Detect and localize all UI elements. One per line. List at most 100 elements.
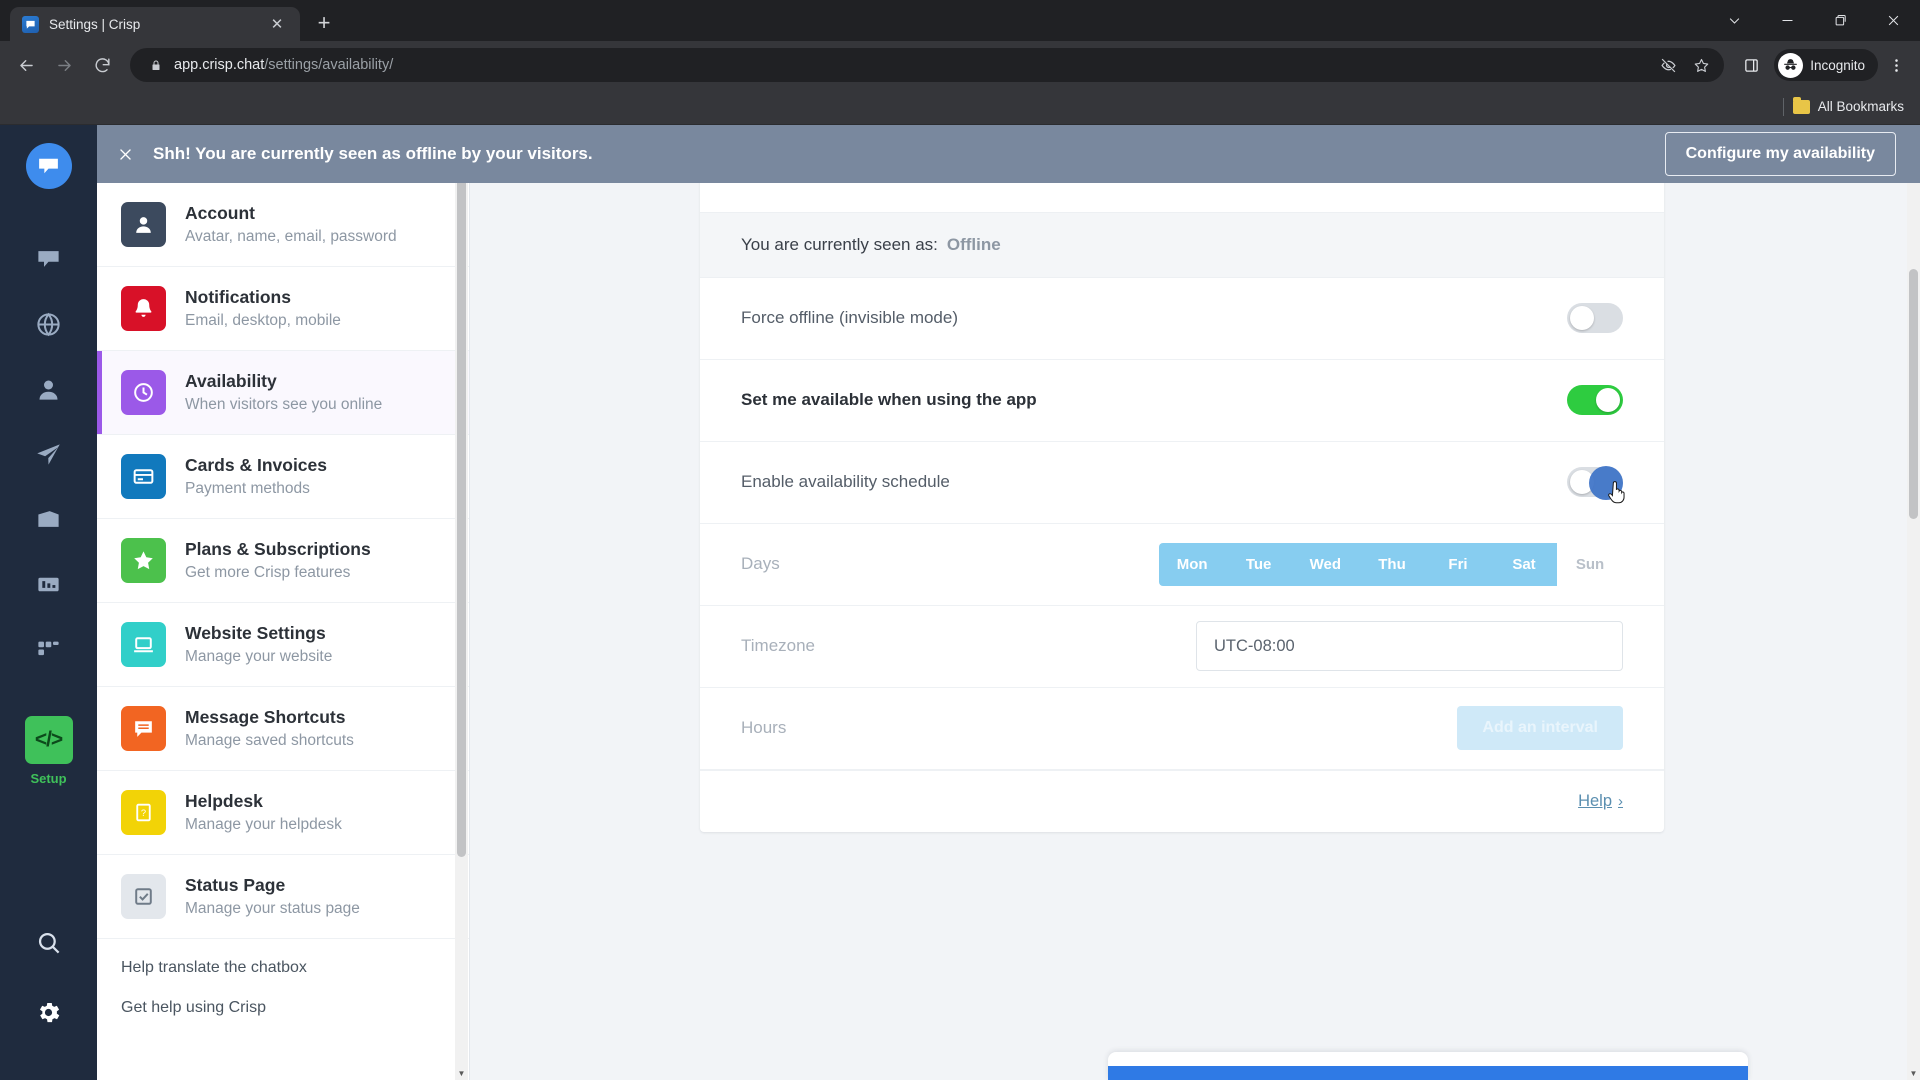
sidebar-item-subtitle: When visitors see you online (185, 396, 383, 414)
sidebar-item-cards-invoices[interactable]: Cards & Invoices Payment methods (97, 435, 469, 519)
close-icon[interactable] (1867, 0, 1920, 41)
reload-icon[interactable] (84, 47, 120, 83)
arrow-right-icon[interactable] (46, 47, 82, 83)
person-icon[interactable] (25, 365, 73, 413)
sidebar-item-website-settings[interactable]: Website Settings Manage your website (97, 603, 469, 687)
days-selector[interactable]: Mon Tue Wed Thu Fri Sat Sun (1158, 542, 1623, 586)
row-set-available: Set me available when using the app (700, 360, 1664, 442)
sidebar-item-message-shortcuts[interactable]: Message Shortcuts Manage saved shortcuts (97, 687, 469, 771)
timezone-label: Timezone (741, 636, 816, 656)
address-bar[interactable]: app.crisp.chat/settings/availability/ (130, 48, 1725, 82)
day-fri[interactable]: Fri (1425, 542, 1491, 586)
configure-availability-button[interactable]: Configure my availability (1664, 132, 1896, 176)
scrollbar-track[interactable] (1907, 139, 1920, 1066)
main-scroll-area: off scheduled hours, but they can still … (470, 125, 1920, 1080)
arrow-left-icon[interactable] (8, 47, 44, 83)
sidebar-item-title: Plans & Subscriptions (185, 539, 371, 560)
all-bookmarks-label: All Bookmarks (1817, 99, 1904, 114)
browser-toolbar: app.crisp.chat/settings/availability/ In… (0, 41, 1920, 89)
crisp-chat-favicon (22, 15, 39, 33)
banner-message: Shh! You are currently seen as offline b… (153, 144, 593, 163)
scrollbar-track[interactable] (455, 139, 468, 1066)
sidebar-item-texts: Message Shortcuts Manage saved shortcuts (185, 707, 354, 750)
sidebar-item-title: Notifications (185, 287, 291, 308)
add-interval-button[interactable]: Add an interval (1457, 706, 1623, 751)
person-icon (121, 202, 166, 247)
help-translate-link[interactable]: Help translate the chatbox (121, 959, 469, 977)
day-mon[interactable]: Mon (1158, 542, 1226, 586)
message-lines-icon (121, 706, 166, 751)
gear-icon[interactable] (25, 988, 73, 1036)
timezone-input[interactable]: UTC-08:00 (1196, 621, 1623, 672)
sidebar-item-title: Account (185, 203, 255, 224)
tab-title: Settings | Crisp (49, 16, 141, 32)
sidebar-item-account[interactable]: Account Avatar, name, email, password (97, 183, 469, 267)
days-label: Days (741, 554, 780, 574)
chatbox-preview-widget[interactable] (1108, 1052, 1748, 1080)
app-icon-rail: </> Setup (0, 125, 97, 1080)
card-footer: Help › (700, 769, 1664, 832)
minimize-icon[interactable] (1761, 0, 1814, 41)
status-strip: You are currently seen as: Offline (700, 211, 1664, 278)
wallet-icon[interactable] (25, 495, 73, 543)
help-link[interactable]: Help › (1578, 792, 1623, 811)
triangle-down-icon[interactable]: ▼ (455, 1066, 468, 1080)
lock-icon (146, 56, 165, 75)
sidebar-item-title: Status Page (185, 875, 286, 896)
sidebar-item-texts: Notifications Email, desktop, mobile (185, 287, 341, 330)
enable-schedule-toggle[interactable] (1567, 467, 1623, 498)
sidebar-item-subtitle: Manage your website (185, 648, 333, 666)
sidebar-item-plans-subscriptions[interactable]: Plans & Subscriptions Get more Crisp fea… (97, 519, 469, 603)
chevron-down-icon[interactable] (1708, 0, 1761, 41)
main-scrollbar[interactable]: ▲ ▼ (1907, 125, 1920, 1080)
setup-button[interactable]: </> Setup (24, 716, 73, 786)
bar-chart-icon[interactable] (25, 560, 73, 608)
profile-chip[interactable]: Incognito (1774, 49, 1878, 81)
sidebar-item-notifications[interactable]: Notifications Email, desktop, mobile (97, 267, 469, 351)
crisp-logo-icon[interactable] (25, 143, 72, 189)
close-icon[interactable] (97, 125, 153, 183)
new-tab-button[interactable]: + (309, 8, 339, 38)
kebab-menu-icon[interactable] (1880, 49, 1912, 81)
sidebar-item-availability[interactable]: Availability When visitors see you onlin… (97, 351, 469, 435)
sidebar-item-status-page[interactable]: Status Page Manage your status page (97, 855, 469, 939)
set-available-toggle[interactable] (1567, 385, 1623, 416)
side-panel-icon[interactable] (1734, 48, 1768, 82)
close-icon[interactable]: ✕ (266, 13, 288, 35)
help-link-label: Help (1578, 791, 1612, 810)
sidebar-item-texts: Availability When visitors see you onlin… (185, 371, 382, 414)
triangle-down-icon[interactable]: ▼ (1907, 1066, 1920, 1080)
get-help-link[interactable]: Get help using Crisp (121, 999, 469, 1017)
row-label: Set me available when using the app (741, 390, 1037, 410)
all-bookmarks-button[interactable]: All Bookmarks (1792, 96, 1904, 114)
sidebar-item-texts: Website Settings Manage your website (185, 623, 332, 666)
chat-bubble-icon[interactable] (25, 235, 73, 283)
sidebar-item-texts: Helpdesk Manage your helpdesk (185, 791, 342, 834)
eye-slash-icon[interactable] (1653, 50, 1683, 80)
restore-icon[interactable] (1814, 0, 1867, 41)
scrollbar-thumb[interactable] (1909, 269, 1918, 519)
browser-window: Settings | Crisp ✕ + app.crisp.chat/sett… (0, 0, 1920, 1080)
settings-nav: Account Avatar, name, email, password No… (97, 125, 470, 1080)
force-offline-toggle[interactable] (1567, 303, 1623, 334)
paper-plane-icon[interactable] (25, 430, 73, 478)
day-sun[interactable]: Sun (1557, 542, 1623, 586)
day-thu[interactable]: Thu (1359, 542, 1425, 586)
globe-icon[interactable] (25, 300, 73, 348)
search-icon[interactable] (25, 918, 73, 966)
star-icon (121, 538, 166, 583)
day-tue[interactable]: Tue (1225, 542, 1292, 586)
chatbox-header-bar (1108, 1066, 1748, 1080)
sidebar-item-helpdesk[interactable]: ? Helpdesk Manage your helpdesk (97, 771, 469, 855)
sidebar-item-title: Cards & Invoices (185, 455, 327, 476)
day-sat[interactable]: Sat (1491, 542, 1557, 586)
row-hours: Hours Add an interval (700, 688, 1664, 770)
day-wed[interactable]: Wed (1291, 542, 1359, 586)
scrollbar-thumb[interactable] (457, 147, 466, 857)
sidebar-item-subtitle: Manage your helpdesk (185, 816, 342, 834)
offline-banner: Shh! You are currently seen as offline b… (97, 125, 1920, 183)
browser-tab[interactable]: Settings | Crisp ✕ (10, 7, 300, 41)
apps-grid-icon[interactable] (25, 625, 73, 673)
star-icon[interactable] (1686, 50, 1716, 80)
settings-nav-scrollbar[interactable]: ▲ ▼ (455, 125, 468, 1080)
